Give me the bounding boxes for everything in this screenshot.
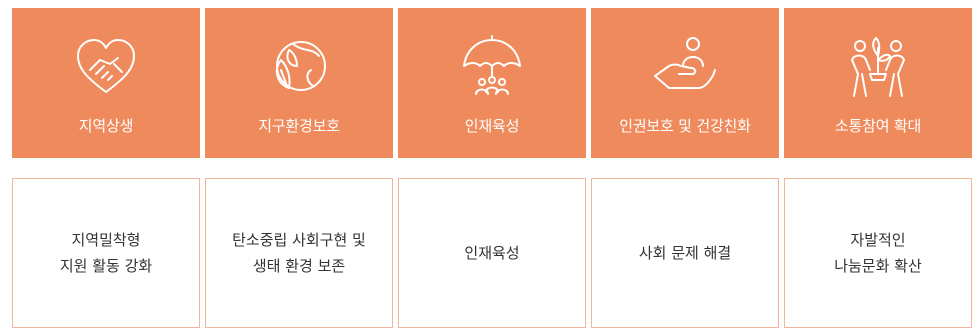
tile-label: 지구환경보호: [258, 117, 340, 135]
csr-grid: 지역상생 지구환경보호 인재육성 인권보호 및 건강친화 소통참여 확대 지역밀…: [0, 0, 972, 328]
handshake-heart-icon: [70, 30, 142, 102]
card-talent-development: 인재육성: [398, 178, 586, 328]
tile-label: 인재육성: [464, 117, 520, 135]
tile-label: 인권보호 및 건강친화: [619, 117, 751, 135]
category-tiles: 지역상생 지구환경보호 인재육성 인권보호 및 건강친화 소통참여 확대: [12, 8, 972, 158]
leaf-globe-icon: [263, 30, 335, 102]
tile-earth-protection: 지구환경보호: [205, 8, 393, 158]
people-plant-icon: [842, 30, 914, 102]
description-cards: 지역밀착형 지원 활동 강화 탄소중립 사회구현 및 생태 환경 보존 인재육성…: [12, 178, 972, 328]
card-communication: 자발적인 나눔문화 확산: [784, 178, 972, 328]
tile-human-rights-health: 인권보호 및 건강친화: [591, 8, 779, 158]
card-text: 사회 문제 해결: [638, 244, 732, 262]
tile-communication: 소통참여 확대: [784, 8, 972, 158]
card-earth-protection: 탄소중립 사회구현 및 생태 환경 보존: [205, 178, 393, 328]
hand-person-icon: [649, 30, 721, 102]
card-text: 자발적인 나눔문화 확산: [834, 231, 922, 275]
tile-label: 소통참여 확대: [834, 117, 922, 135]
card-human-rights-health: 사회 문제 해결: [591, 178, 779, 328]
tile-local-coexistence: 지역상생: [12, 8, 200, 158]
tile-label: 지역상생: [78, 117, 134, 135]
umbrella-people-icon: [456, 30, 528, 102]
card-text: 인재육성: [464, 244, 520, 262]
card-local-coexistence: 지역밀착형 지원 활동 강화: [12, 178, 200, 328]
tile-talent-development: 인재육성: [398, 8, 586, 158]
card-text: 지역밀착형 지원 활동 강화: [59, 231, 153, 275]
card-text: 탄소중립 사회구현 및 생태 환경 보존: [232, 231, 366, 275]
